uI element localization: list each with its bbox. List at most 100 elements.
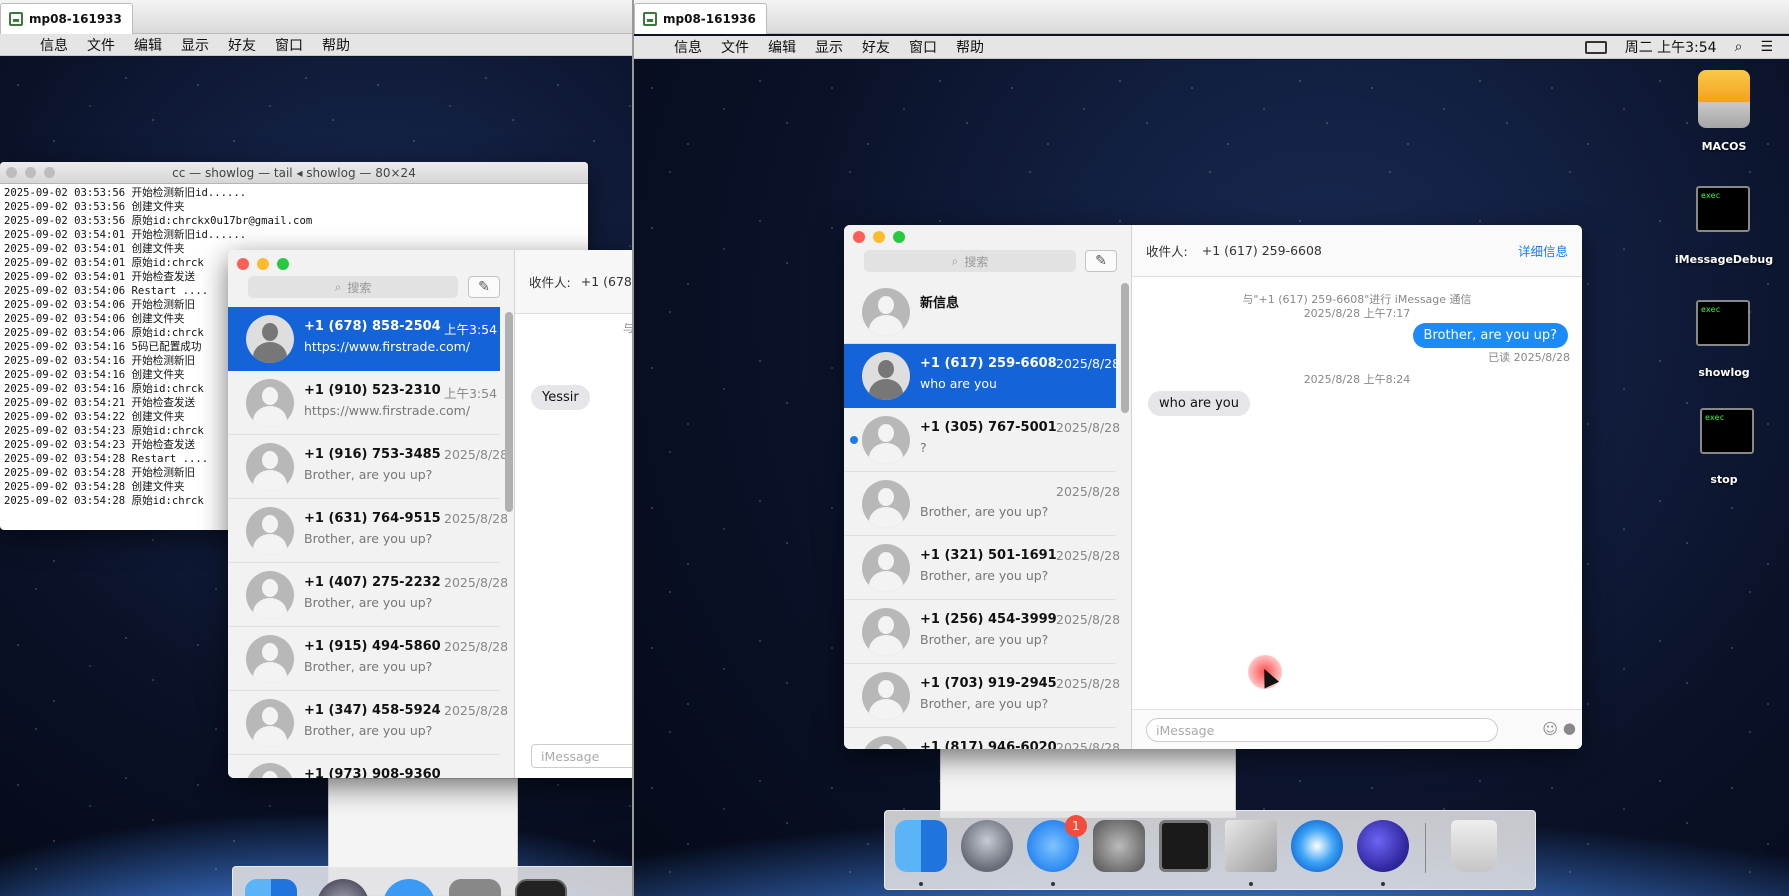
left-sidebar-scrollbar[interactable] (505, 312, 513, 512)
menu-buddies[interactable]: 好友 (862, 37, 890, 57)
compose-button[interactable]: ✎ (468, 276, 500, 298)
right-vm-tab[interactable]: mp08-161936 (634, 3, 767, 34)
conversation-preview: https://www.firstrade.com/ (304, 339, 471, 354)
conversation-row[interactable]: +1 (817) 946-6020 2025/8/28 (844, 728, 1120, 749)
desktop-drive-icon[interactable] (1698, 70, 1750, 128)
close-button[interactable] (6, 167, 17, 178)
terminal-traffic-lights (6, 167, 55, 178)
conversation-row[interactable]: +1 (631) 764-9515 Brother, are you up? 202… (228, 499, 508, 563)
left-vm-tab[interactable]: mp08-161933 (0, 3, 133, 34)
close-button[interactable] (237, 258, 249, 270)
left-recipient-label: 收件人: (529, 275, 571, 290)
finder-icon[interactable] (895, 820, 947, 872)
conversation-preview: Brother, are you up? (304, 467, 433, 482)
conversation-name: +1 (678) 858-2504 (304, 319, 441, 334)
desktop-imessagedebug-label[interactable]: iMessageDebug (1664, 253, 1784, 266)
activity-monitor-icon[interactable] (1159, 820, 1211, 872)
left-search-field[interactable]: ⌕ 搜索 (248, 276, 458, 298)
menu-edit[interactable]: 编辑 (768, 37, 796, 57)
read-receipt: 已读 2025/8/28 (1488, 351, 1570, 364)
menu-edit[interactable]: 编辑 (134, 35, 162, 55)
left-recipient-value[interactable]: +1 (678 (581, 274, 632, 289)
conversation-row[interactable]: +1 (347) 458-5924 Brother, are you up? 202… (228, 691, 508, 755)
notification-center-icon[interactable]: ☰ (1760, 39, 1773, 55)
conversation-row[interactable]: +1 (407) 275-2232 Brother, are you up? 202… (228, 563, 508, 627)
conversation-name: +1 (407) 275-2232 (304, 575, 441, 590)
desktop-drive-label[interactable]: MACOS (1674, 140, 1774, 153)
exec-icon[interactable]: exec (1696, 300, 1750, 346)
conversation-name: +1 (321) 501-1691 (920, 548, 1057, 563)
trash-icon[interactable] (1451, 820, 1497, 872)
emoji-icon[interactable]: ☺ (1542, 720, 1558, 738)
conversation-row[interactable]: +1 (703) 919-2945 Brother, are you up? 202… (844, 664, 1120, 728)
menu-window[interactable]: 窗口 (909, 37, 937, 57)
minimize-button[interactable] (873, 231, 885, 243)
left-chat-header: 收件人: +1 (678 (515, 250, 632, 314)
system-preferences-icon[interactable] (1093, 820, 1145, 872)
menu-window[interactable]: 窗口 (275, 35, 303, 55)
menu-messages[interactable]: 信息 (40, 35, 68, 55)
desktop-showlog-label[interactable]: showlog (1674, 366, 1774, 379)
exec-icon[interactable]: exec (1696, 186, 1750, 232)
conversation-row[interactable]: +1 (321) 501-1691 Brother, are you up? 202… (844, 536, 1120, 600)
conversation-row[interactable]: 新信息 (844, 280, 1116, 344)
menu-messages[interactable]: 信息 (674, 37, 702, 57)
right-dock: 1 (884, 810, 1536, 890)
compose-button[interactable]: ✎ (1085, 250, 1117, 272)
conversation-row[interactable]: +1 (915) 494-5860 Brother, are you up? 202… (228, 627, 508, 691)
conversation-row[interactable]: Brother, are you up? 2025/8/28 (844, 472, 1120, 536)
close-button[interactable] (853, 231, 865, 243)
minimize-button[interactable] (257, 258, 269, 270)
menu-view[interactable]: 显示 (181, 35, 209, 55)
conversation-row[interactable]: +1 (916) 753-3485 Brother, are you up? 202… (228, 435, 508, 499)
activity-monitor-icon[interactable] (515, 879, 567, 896)
right-sidebar-scrollbar[interactable] (1121, 283, 1129, 413)
conversation-row[interactable]: +1 (910) 523-2310 https://www.firstrade.c… (228, 371, 500, 435)
menu-file[interactable]: 文件 (87, 35, 115, 55)
airplay-icon[interactable] (1584, 40, 1607, 54)
right-recipient-value[interactable]: +1 (617) 259-6608 (1202, 243, 1322, 258)
exec-icon[interactable]: exec (1700, 408, 1754, 454)
minimize-button[interactable] (25, 167, 36, 178)
conversation-date: 2025/8/28 (444, 703, 509, 718)
conversation-row[interactable]: +1 (305) 767-5001? 2025/8/28 (844, 408, 1120, 472)
running-indicator (919, 882, 923, 886)
conversation-row[interactable]: +1 (256) 454-3999 Brother, are you up? 202… (844, 600, 1120, 664)
script-editor-icon[interactable] (1225, 820, 1277, 872)
spotlight-icon[interactable]: ⌕ (1735, 39, 1743, 55)
menubar-clock[interactable]: 周二 上午3:54 (1625, 37, 1717, 57)
messages-icon[interactable] (383, 879, 435, 896)
terminal-titlebar[interactable]: cc — showlog — tail ◂ showlog — 80×24 (0, 162, 588, 184)
conversation-name: +1 (915) 494-5860 (304, 639, 441, 654)
avatar-icon (862, 544, 910, 592)
conversation-preview: who are you (920, 376, 997, 391)
system-preferences-icon[interactable] (449, 879, 501, 896)
desktop-stop-label[interactable]: stop (1674, 473, 1774, 486)
launchpad-icon[interactable] (961, 820, 1013, 872)
zoom-button[interactable] (893, 231, 905, 243)
left-traffic-lights (237, 258, 289, 270)
menu-file[interactable]: 文件 (721, 37, 749, 57)
menu-help[interactable]: 帮助 (322, 35, 350, 55)
network-utility-icon[interactable] (1357, 820, 1409, 872)
menu-help[interactable]: 帮助 (956, 37, 984, 57)
menu-view[interactable]: 显示 (815, 37, 843, 57)
conversation-row[interactable]: +1 (973) 908-9360 (228, 755, 500, 778)
safari-icon[interactable] (1291, 820, 1343, 872)
zoom-button[interactable] (44, 167, 55, 178)
left-imessage-input[interactable]: iMessage (531, 744, 632, 768)
launchpad-icon[interactable] (317, 879, 369, 896)
conversation-row[interactable]: +1 (678) 858-2504 https://www.firstrade.c… (228, 307, 500, 371)
zoom-button[interactable] (277, 258, 289, 270)
right-search-field[interactable]: ⌕ 搜索 (864, 250, 1076, 272)
timestamp: 2025/8/28 上午8:24 (1303, 373, 1411, 386)
finder-icon[interactable] (245, 879, 297, 896)
right-vm-tabbar: mp08-161936 (634, 0, 1789, 34)
conversation-preview: Brother, are you up? (920, 568, 1049, 583)
microphone-icon[interactable]: ● (1563, 719, 1576, 737)
conversation-preview: https://www.firstrade.com/ (304, 403, 471, 418)
menu-buddies[interactable]: 好友 (228, 35, 256, 55)
details-link[interactable]: 详细信息 (1518, 241, 1568, 260)
right-imessage-input[interactable]: iMessage (1146, 718, 1498, 742)
conversation-row[interactable]: +1 (617) 259-6608 who are you 2025/8/28 (844, 344, 1120, 408)
